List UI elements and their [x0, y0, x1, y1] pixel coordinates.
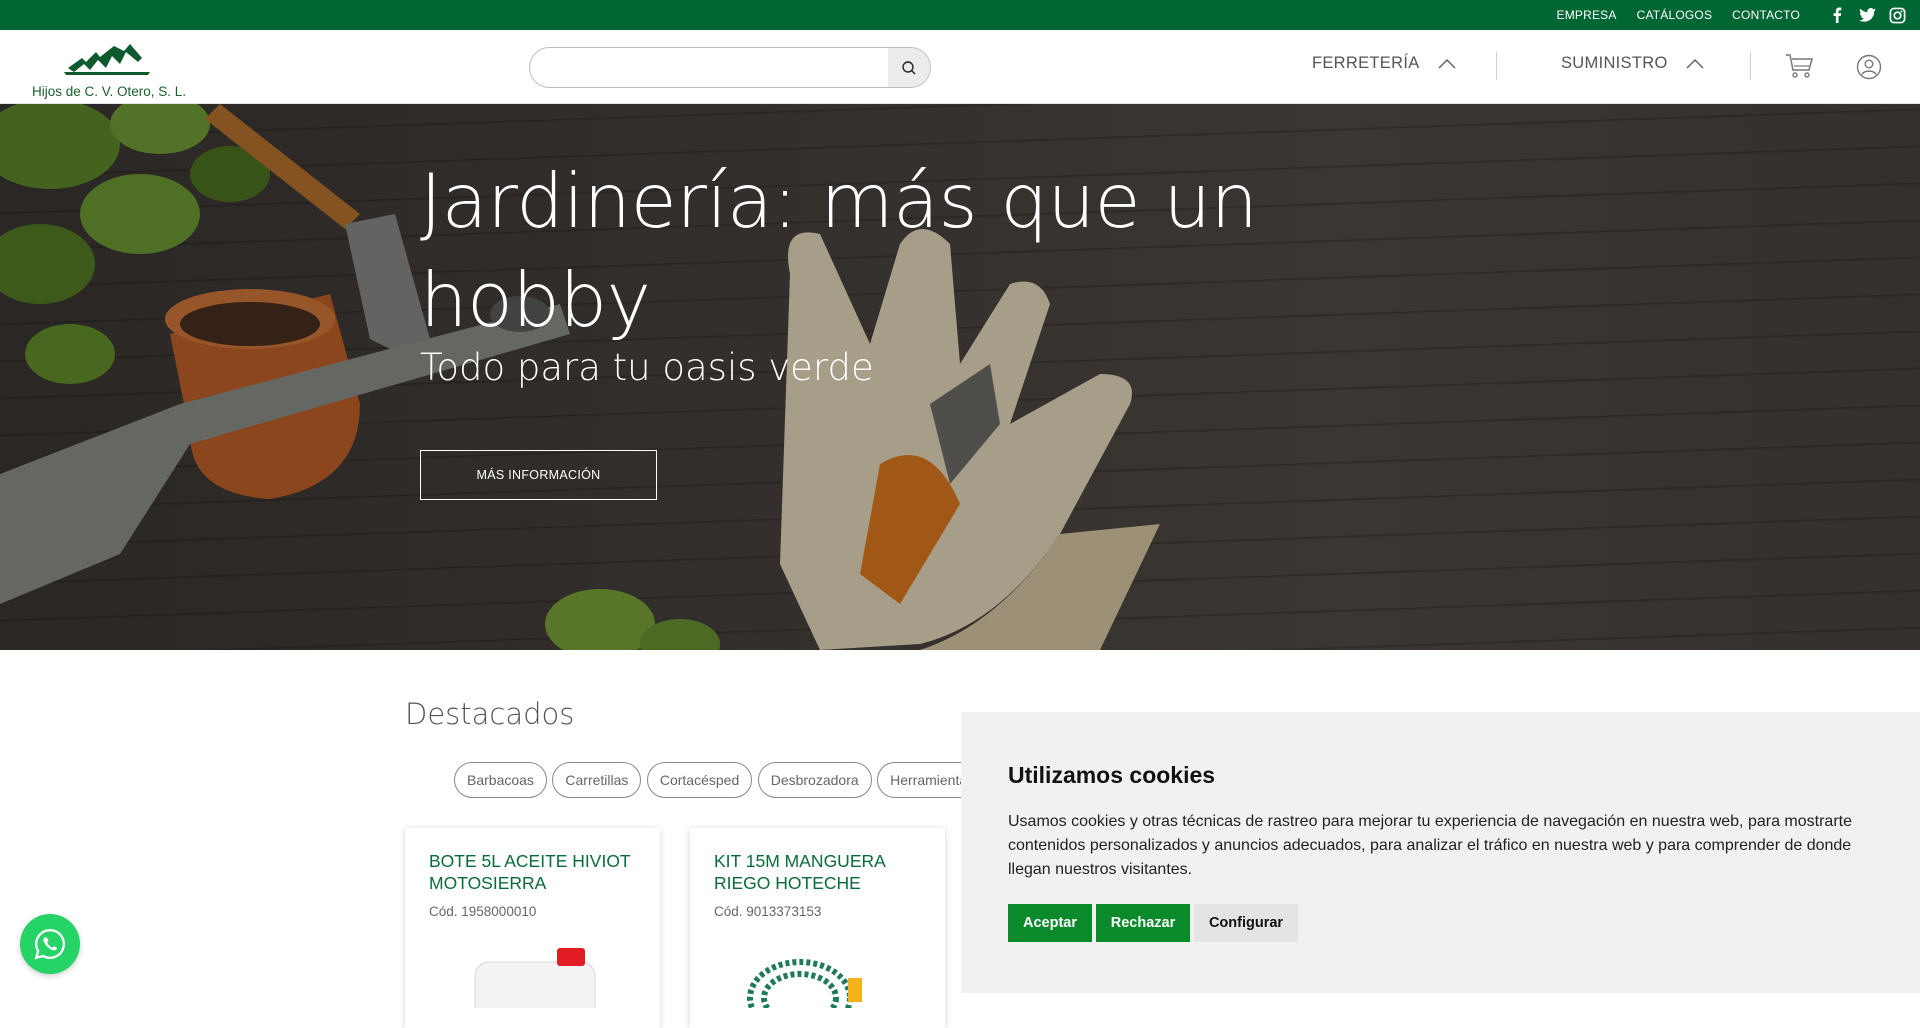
hero-subtitle: Todo para tu oasis verde: [420, 346, 874, 389]
logo-text: Hijos de C. V. Otero, S. L.: [32, 84, 187, 99]
chip-herramientas[interactable]: Herramientas: [877, 762, 962, 798]
top-bar: EMPRESA CATÁLOGOS CONTACTO: [0, 0, 1920, 30]
whatsapp-button[interactable]: [20, 914, 80, 974]
product-image: [747, 959, 862, 1008]
search-button[interactable]: [888, 48, 930, 87]
hero-title: Jardinería: más que un hobby: [420, 157, 1258, 344]
topbar-link-contacto[interactable]: CONTACTO: [1732, 8, 1800, 22]
product-name[interactable]: KIT 15M MANGUERA RIEGO HOTECHE: [714, 850, 929, 894]
chip-barbacoas[interactable]: Barbacoas: [454, 762, 547, 798]
category-chips: Barbacoas Carretillas Cortacésped Desbro…: [454, 762, 962, 800]
product-card[interactable]: BOTE 5L ACEITE HIVIOT MOTOSIERRA Cód. 19…: [405, 828, 660, 1028]
hero-more-info-button[interactable]: MÁS INFORMACIÓN: [420, 450, 657, 500]
cookie-reject-button[interactable]: Rechazar: [1096, 904, 1190, 942]
user-button[interactable]: [1856, 54, 1882, 85]
nav-suministro-label: SUMINISTRO: [1561, 54, 1668, 72]
cookie-text: Usamos cookies y otras técnicas de rastr…: [1008, 813, 1852, 878]
product-code: Cód. 9013373153: [714, 904, 822, 919]
chevron-up-icon: [1437, 58, 1456, 69]
topbar-link-catalogos[interactable]: CATÁLOGOS: [1637, 8, 1713, 22]
chip-cortacesped[interactable]: Cortacésped: [646, 762, 753, 798]
search-input[interactable]: [546, 58, 886, 78]
nav-divider: [1496, 52, 1497, 80]
social-links: [1816, 6, 1906, 24]
twitter-icon[interactable]: [1858, 6, 1876, 24]
chip-carretillas[interactable]: Carretillas: [552, 762, 642, 798]
cart-button[interactable]: [1785, 53, 1813, 84]
chevron-up-icon: [1686, 58, 1704, 69]
user-icon: [1856, 54, 1882, 80]
nav-ferreteria-label: FERRETERÍA: [1312, 54, 1420, 72]
product-image: [474, 948, 596, 1008]
cookie-configure-button[interactable]: Configurar: [1194, 904, 1298, 942]
product-code: Cód. 1958000010: [429, 904, 537, 919]
nav-ferreteria[interactable]: FERRETERÍA: [1312, 54, 1456, 73]
chip-desbrozadora[interactable]: Desbrozadora: [757, 762, 872, 798]
cookie-accept-button[interactable]: Aceptar: [1008, 904, 1092, 942]
nav-suministro[interactable]: SUMINISTRO: [1561, 54, 1704, 73]
cookie-banner: Utilizamos cookies Usamos cookies y otra…: [961, 712, 1920, 993]
topbar-link-empresa[interactable]: EMPRESA: [1556, 8, 1616, 22]
nav-divider: [1750, 52, 1751, 80]
search-box: [529, 47, 931, 88]
product-card[interactable]: KIT 15M MANGUERA RIEGO HOTECHE Cód. 9013…: [690, 828, 945, 1028]
cookie-title: Utilizamos cookies: [1008, 762, 1216, 788]
whatsapp-icon: [34, 929, 65, 960]
cart-icon: [1786, 54, 1813, 78]
product-name[interactable]: BOTE 5L ACEITE HIVIOT MOTOSIERRA: [429, 850, 644, 894]
featured-title: Destacados: [405, 697, 575, 731]
instagram-icon[interactable]: [1888, 6, 1906, 24]
site-header: Hijos de C. V. Otero, S. L. FERRETERÍA S…: [0, 30, 1920, 104]
facebook-icon[interactable]: [1828, 6, 1846, 24]
hero-banner: Jardinería: más que un hobby Todo para t…: [0, 104, 1920, 650]
logo-mark: [64, 44, 150, 75]
logo[interactable]: Hijos de C. V. Otero, S. L.: [30, 42, 200, 99]
search-icon: [902, 60, 916, 74]
